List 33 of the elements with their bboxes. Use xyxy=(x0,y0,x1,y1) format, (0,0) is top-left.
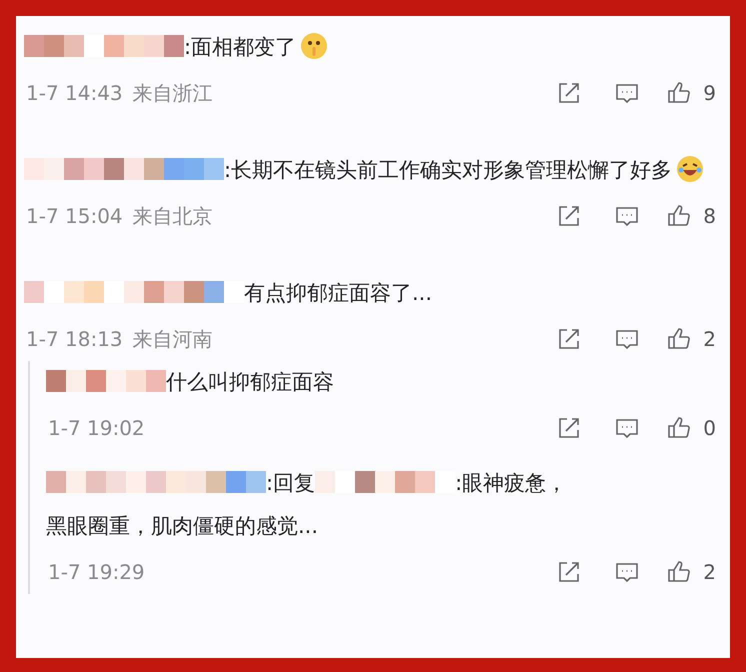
comment-text: :眼神疲惫， xyxy=(455,471,568,495)
comment-text: 有点抑郁症面容了... xyxy=(244,281,432,305)
comment-time: 1-7 15:04 xyxy=(26,204,123,228)
comment-button[interactable] xyxy=(615,416,640,440)
like-button[interactable]: 2 xyxy=(667,327,716,351)
like-button[interactable]: 0 xyxy=(667,416,716,440)
share-button[interactable] xyxy=(557,560,582,584)
comment-button[interactable] xyxy=(615,560,640,584)
comment-text: :长期不在镜头前工作确实对形象管理 xyxy=(224,158,568,182)
share-button[interactable] xyxy=(557,81,582,105)
comment-time: 1-7 14:43 xyxy=(26,81,123,105)
comment-text: :面相都变了 xyxy=(184,35,296,59)
comment-text: 松懈了好多 xyxy=(567,158,672,182)
like-button[interactable]: 8 xyxy=(667,204,716,228)
emoji-icon xyxy=(676,155,704,184)
share-button[interactable] xyxy=(557,327,582,351)
comment-button[interactable] xyxy=(615,327,640,351)
comment-text: 什么叫抑郁症面容 xyxy=(166,370,334,394)
comment-time: 1-7 19:02 xyxy=(48,416,145,440)
comment-button[interactable] xyxy=(615,81,640,105)
comment-location: 来自北京 xyxy=(132,202,213,230)
share-button[interactable] xyxy=(557,416,582,440)
comment-time: 1-7 19:29 xyxy=(48,560,145,584)
comment-location: 来自浙江 xyxy=(132,80,213,106)
like-button[interactable]: 9 xyxy=(667,81,716,105)
comment-text: 黑眼圈重，肌肉僵硬的感觉... xyxy=(46,514,318,538)
comment-button[interactable] xyxy=(615,204,640,228)
like-button[interactable]: 2 xyxy=(667,560,716,584)
emoji-icon xyxy=(300,32,328,60)
comment-text: :回复 xyxy=(266,471,316,495)
share-button[interactable] xyxy=(557,204,582,228)
comment-time: 1-7 18:13 xyxy=(26,327,123,351)
comment-location: 来自河南 xyxy=(132,326,213,352)
